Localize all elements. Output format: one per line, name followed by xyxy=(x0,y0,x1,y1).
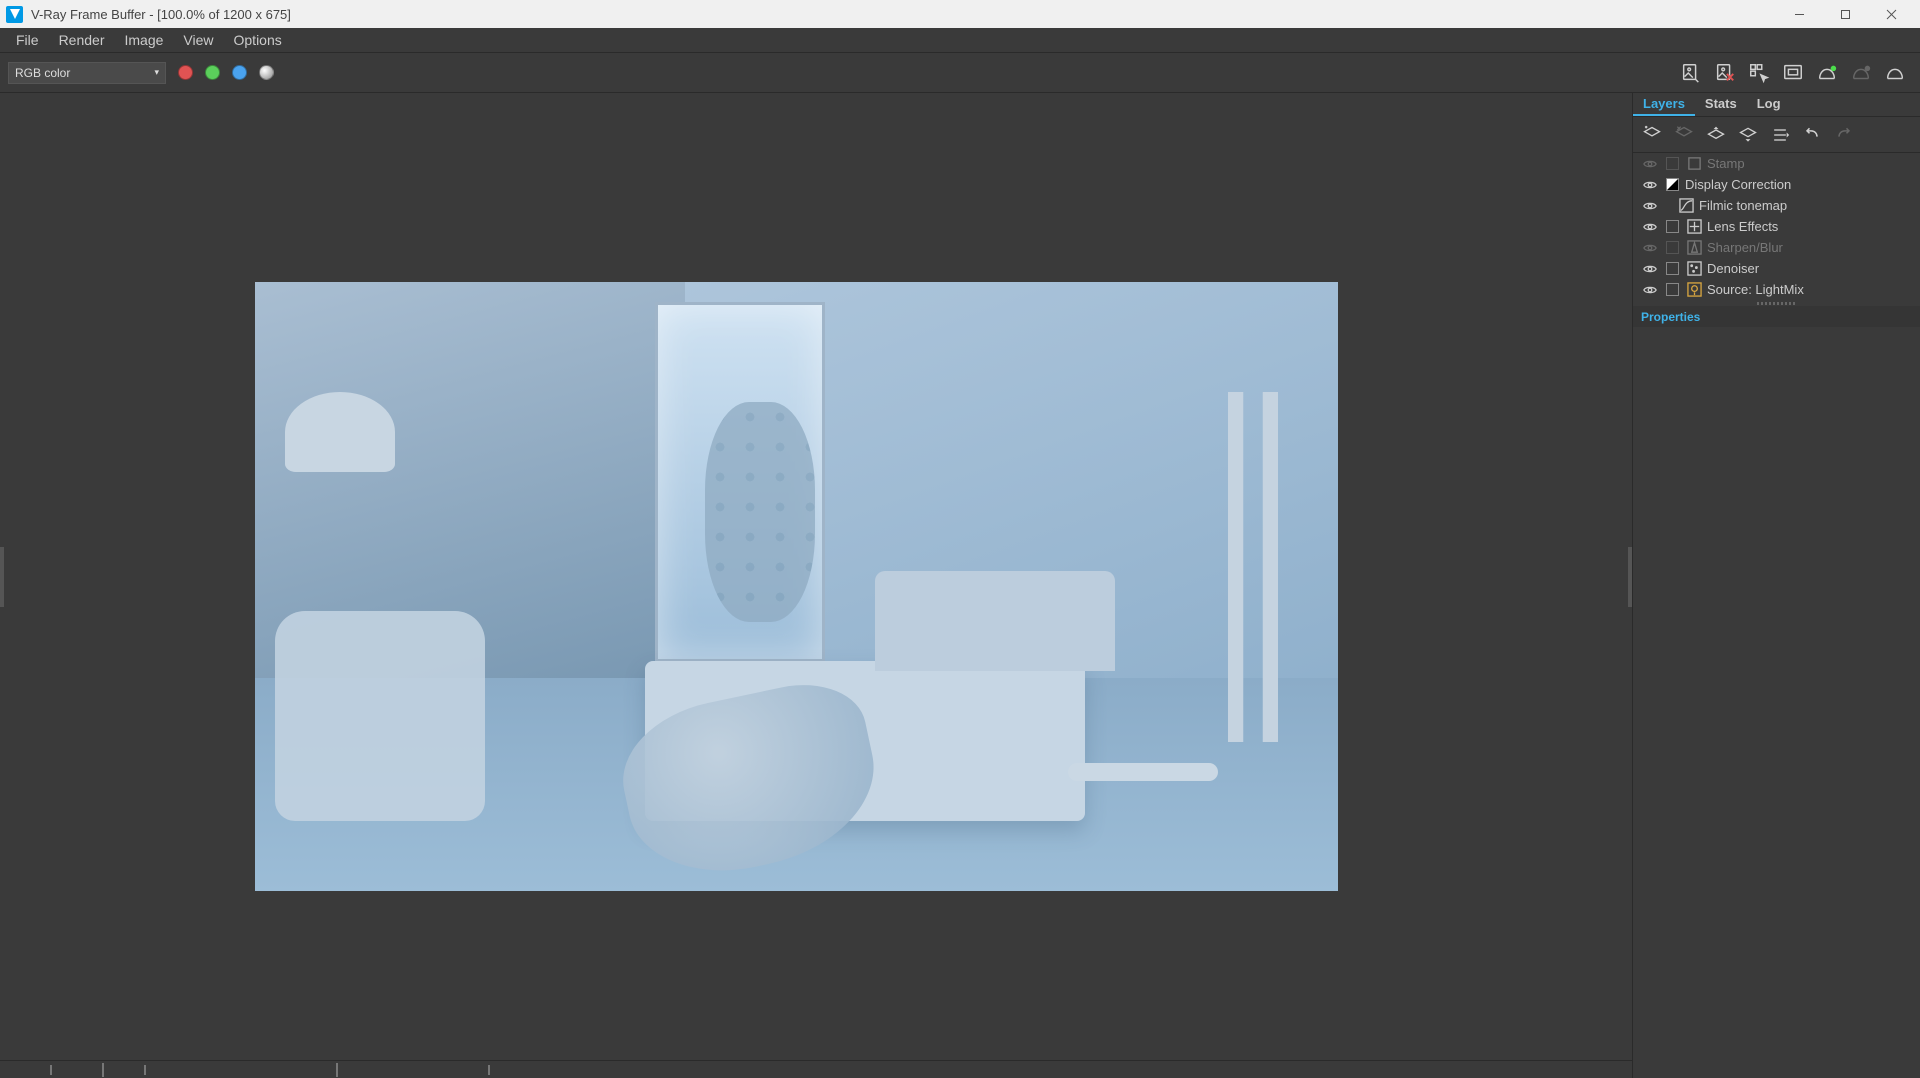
move-layer-down-button[interactable] xyxy=(1735,122,1761,148)
right-panel: Layers Stats Log Stamp Display Corr xyxy=(1632,93,1920,1078)
main-area: Layers Stats Log Stamp Display Corr xyxy=(0,93,1920,1078)
tab-stats[interactable]: Stats xyxy=(1695,93,1747,116)
stamp-icon xyxy=(1683,156,1705,171)
menu-options[interactable]: Options xyxy=(224,29,292,51)
menu-view[interactable]: View xyxy=(173,29,223,51)
window-title: V-Ray Frame Buffer - [100.0% of 1200 x 6… xyxy=(31,7,291,22)
enable-checkbox[interactable] xyxy=(1661,157,1683,170)
green-channel-toggle[interactable] xyxy=(205,65,220,80)
menu-file[interactable]: File xyxy=(6,29,49,51)
layer-display-correction[interactable]: Display Correction xyxy=(1633,174,1920,195)
visibility-icon[interactable] xyxy=(1639,264,1661,274)
enable-checkbox[interactable] xyxy=(1661,262,1683,275)
render-button[interactable] xyxy=(1812,58,1842,88)
remove-layer-button[interactable] xyxy=(1671,122,1697,148)
enable-checkbox[interactable] xyxy=(1661,283,1683,296)
layer-label: Display Correction xyxy=(1683,177,1920,192)
undo-button[interactable] xyxy=(1799,122,1825,148)
channel-toggle-group xyxy=(178,65,274,80)
sharpen-icon xyxy=(1683,240,1705,255)
move-layer-up-button[interactable] xyxy=(1703,122,1729,148)
mono-channel-toggle[interactable] xyxy=(259,65,274,80)
panel-tabs: Layers Stats Log xyxy=(1633,93,1920,117)
enable-checkbox[interactable] xyxy=(1661,220,1683,233)
layer-label: Source: LightMix xyxy=(1705,282,1920,297)
render-interactive-button[interactable] xyxy=(1846,58,1876,88)
pick-pixel-button[interactable] xyxy=(1744,58,1774,88)
region-render-button[interactable] xyxy=(1778,58,1808,88)
stop-render-button[interactable] xyxy=(1880,58,1910,88)
layer-label: Denoiser xyxy=(1705,261,1920,276)
layers-list: Stamp Display Correction Filmic tonemap … xyxy=(1633,153,1920,300)
maximize-button[interactable] xyxy=(1822,0,1868,28)
save-image-button[interactable] xyxy=(1676,58,1706,88)
blue-channel-toggle[interactable] xyxy=(232,65,247,80)
tonemap-icon xyxy=(1675,198,1697,213)
clear-image-button[interactable] xyxy=(1710,58,1740,88)
layer-presets-button[interactable] xyxy=(1767,122,1793,148)
render-image xyxy=(255,282,1338,891)
close-button[interactable] xyxy=(1868,0,1914,28)
layer-stamp[interactable]: Stamp xyxy=(1633,153,1920,174)
tab-layers[interactable]: Layers xyxy=(1633,93,1695,116)
visibility-icon[interactable] xyxy=(1639,180,1661,190)
enable-checkbox[interactable] xyxy=(1661,178,1683,191)
layer-source-lightmix[interactable]: Source: LightMix xyxy=(1633,279,1920,300)
red-channel-toggle[interactable] xyxy=(178,65,193,80)
layer-label: Sharpen/Blur xyxy=(1705,240,1920,255)
menu-render[interactable]: Render xyxy=(49,29,115,51)
visibility-icon[interactable] xyxy=(1639,285,1661,295)
layers-toolbar xyxy=(1633,117,1920,153)
properties-header[interactable]: Properties xyxy=(1633,306,1920,327)
redo-button[interactable] xyxy=(1831,122,1857,148)
menu-bar: File Render Image View Options xyxy=(0,28,1920,53)
app-icon xyxy=(6,6,23,23)
channel-dropdown[interactable]: RGB color xyxy=(8,62,166,84)
properties-body xyxy=(1633,327,1920,1078)
visibility-icon[interactable] xyxy=(1639,159,1661,169)
add-layer-button[interactable] xyxy=(1639,122,1665,148)
visibility-icon[interactable] xyxy=(1639,243,1661,253)
layer-lens-effects[interactable]: Lens Effects xyxy=(1633,216,1920,237)
tab-log[interactable]: Log xyxy=(1747,93,1791,116)
timeline-strip[interactable] xyxy=(0,1060,1632,1078)
lens-effects-icon xyxy=(1683,219,1705,234)
layer-denoiser[interactable]: Denoiser xyxy=(1633,258,1920,279)
layer-label: Stamp xyxy=(1705,156,1920,171)
visibility-icon[interactable] xyxy=(1639,222,1661,232)
layer-filmic-tonemap[interactable]: Filmic tonemap xyxy=(1633,195,1920,216)
properties-label: Properties xyxy=(1641,310,1700,324)
lightmix-icon xyxy=(1683,282,1705,297)
render-viewport[interactable] xyxy=(0,93,1632,1060)
layer-label: Filmic tonemap xyxy=(1697,198,1920,213)
denoiser-icon xyxy=(1683,261,1705,276)
menu-image[interactable]: Image xyxy=(114,29,173,51)
viewport-column xyxy=(0,93,1632,1078)
enable-checkbox[interactable] xyxy=(1661,241,1683,254)
toolbar: RGB color xyxy=(0,53,1920,93)
layer-label: Lens Effects xyxy=(1705,219,1920,234)
left-splitter-handle[interactable] xyxy=(0,547,4,607)
layer-sharpen-blur[interactable]: Sharpen/Blur xyxy=(1633,237,1920,258)
visibility-icon[interactable] xyxy=(1639,201,1661,211)
right-splitter-handle[interactable] xyxy=(1628,547,1632,607)
channel-value: RGB color xyxy=(15,66,70,80)
title-bar: V-Ray Frame Buffer - [100.0% of 1200 x 6… xyxy=(0,0,1920,28)
minimize-button[interactable] xyxy=(1776,0,1822,28)
